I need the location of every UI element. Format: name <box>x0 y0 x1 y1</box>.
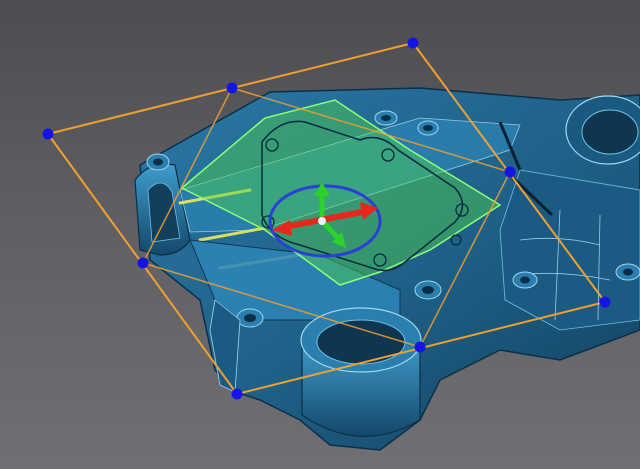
frame-handle-6[interactable] <box>414 341 426 353</box>
bolt-boss-2 <box>374 110 398 126</box>
frame-handle-5[interactable] <box>599 296 611 308</box>
bolt-boss-7 <box>615 263 640 281</box>
frame-handle-1[interactable] <box>42 128 54 140</box>
3d-scene-canvas[interactable] <box>0 0 640 469</box>
bolt-boss-3 <box>417 120 439 136</box>
frame-handle-8[interactable] <box>137 257 149 269</box>
frame-handle-3[interactable] <box>407 37 419 49</box>
frame-handle-7[interactable] <box>231 388 243 400</box>
housing-front-cylinder <box>300 307 422 437</box>
frame-handle-2[interactable] <box>226 82 238 94</box>
gizmo-center[interactable] <box>318 217 326 225</box>
bolt-boss-1 <box>146 153 170 171</box>
bolt-boss-4 <box>236 308 264 328</box>
frame-handle-4[interactable] <box>504 166 516 178</box>
bolt-boss-5 <box>414 280 442 300</box>
housing-right-bore-inner <box>581 109 639 155</box>
3d-viewport[interactable] <box>0 0 640 469</box>
housing-right-ribs <box>499 169 640 331</box>
bolt-boss-6 <box>512 271 538 289</box>
